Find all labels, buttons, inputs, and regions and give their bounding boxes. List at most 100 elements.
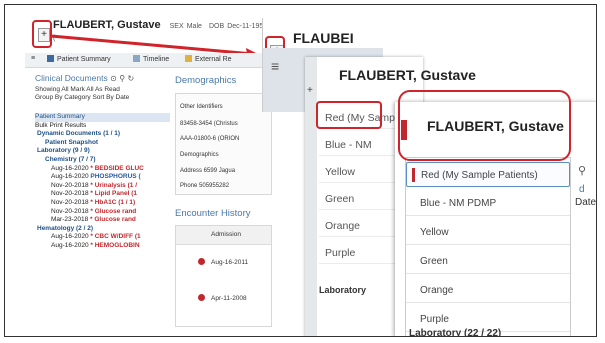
encounter-history-title: Encounter History — [175, 208, 251, 219]
summary-icon — [47, 55, 54, 62]
result-label: PHOSPHORUS ( — [90, 173, 141, 181]
search-icon[interactable]: ⚲ — [119, 74, 125, 83]
patient-name-text: FLAUBERT, Gustave — [339, 67, 476, 83]
flag-icon — [198, 294, 205, 301]
documents-tree: Patient Summary Bulk Print Results Dynamic… — [35, 113, 170, 251]
result-label: * HbA1C (1 / 1) — [90, 198, 136, 206]
highlight-box — [316, 101, 382, 129]
search-icon[interactable]: ⚲ — [578, 164, 586, 177]
result-date: Nov-20-2018 — [51, 207, 89, 215]
group-line[interactable]: Group By Category Sort By Date — [35, 94, 165, 101]
table-row[interactable]: Apr-11-2008 — [198, 294, 247, 302]
fragment-text: d — [579, 184, 585, 195]
list-item[interactable]: Aug-16-2020 PHOSPHORUS ( — [35, 173, 170, 182]
list-item[interactable]: Chemistry (7 / 7) — [35, 156, 170, 165]
list-item[interactable]: Nov-20-2018 * Glucose rand — [35, 208, 170, 217]
list-item[interactable]: Patient Summary — [35, 113, 170, 122]
tab-label: Timeline — [143, 56, 170, 63]
list-item[interactable]: Aug-16-2020 * BEDSIDE GLUC — [35, 165, 170, 174]
side-strip: + — [305, 57, 317, 336]
result-date: Aug-16-2020 — [51, 173, 89, 181]
tab-patient-summary[interactable]: Patient Summary — [47, 55, 111, 63]
admission-date: Apr-11-2008 — [211, 295, 247, 302]
patient-list-menu: Red (My Sample Patients) Blue - NM PDMP Ye… — [405, 157, 571, 336]
patient-name: FLAUBERT, Gustave — [339, 67, 476, 83]
title-text: Clinical Documents — [35, 73, 108, 83]
refresh-icon[interactable]: ↻ — [127, 74, 134, 83]
demographics-title: Demographics — [175, 75, 237, 86]
result-label: * Urinalysis (1 / — [90, 181, 137, 189]
result-date: Mar-23-2018 — [51, 216, 89, 224]
result-label: * HEMOGLOBIN — [90, 241, 140, 249]
external-icon — [185, 55, 192, 62]
demographics-row: AAA-01800-6 (ORION — [180, 136, 240, 142]
list-item[interactable]: Laboratory (9 / 9) — [35, 147, 170, 156]
result-label: * Glucose rand — [90, 207, 137, 215]
list-item[interactable]: Hematology (2 / 2) — [35, 225, 170, 234]
timeline-icon — [133, 55, 140, 62]
list-item[interactable]: Nov-20-2018 * Lipid Panel (1 — [35, 190, 170, 199]
encounter-table: Admission Aug-16-2011 Apr-11-2008 — [175, 225, 272, 327]
list-item[interactable]: Dynamic Documents (1 / 1) — [35, 130, 170, 139]
list-option[interactable]: Green — [406, 249, 570, 274]
demographics-row: Address 6599 Jagua — [180, 168, 236, 174]
encounter-header-row: Admission — [176, 226, 271, 245]
list-item[interactable]: Mar-23-2018 * Glucose rand — [35, 216, 170, 225]
result-label: * Lipid Panel (1 — [90, 190, 137, 198]
demographics-row: Phone 505955282 — [180, 183, 230, 189]
result-label: * Glucose rand — [90, 216, 136, 224]
highlight-box — [398, 90, 571, 161]
admission-date: Aug-16-2011 — [211, 259, 249, 266]
list-option[interactable]: Orange — [406, 278, 570, 303]
list-item[interactable]: Nov-20-2018 * Urinalysis (1 / — [35, 182, 170, 191]
list-item-label: Laboratory (9 / 9) — [37, 147, 90, 155]
clinical-documents-header: Clinical Documents ⊙ ⚲ ↻ Showing All Mar… — [35, 73, 165, 101]
result-label: * BEDSIDE GLUC — [90, 164, 144, 172]
add-tab-button[interactable]: + — [307, 85, 313, 96]
list-item[interactable]: Aug-16-2020 * CBC W/DIFF (1 — [35, 233, 170, 242]
screenshot-frame: + FLAUBERT, Gustave SEX Male DOB Dec-11-… — [4, 4, 597, 337]
list-item[interactable]: Patient Snapshot — [35, 139, 170, 148]
list-option[interactable]: Yellow — [406, 220, 570, 245]
list-item-label: Bulk Print Results — [35, 121, 87, 129]
flag-icon — [198, 258, 205, 265]
date-label: Date — [575, 197, 597, 208]
list-option-selected[interactable]: Red (My Sample Patients) — [406, 162, 570, 187]
table-row[interactable]: Aug-16-2011 — [198, 258, 248, 266]
tab-timeline[interactable]: Timeline — [133, 55, 169, 63]
admission-header: Admission — [211, 231, 241, 238]
tab-label: External Re — [195, 56, 232, 63]
result-date: Aug-16-2020 — [51, 233, 89, 241]
list-item[interactable]: Nov-20-2018 * HbA1C (1 / 1) — [35, 199, 170, 208]
result-date: Nov-20-2018 — [51, 198, 89, 206]
patient-name: FLAUBEI — [293, 30, 354, 46]
list-option[interactable]: Blue - NM PDMP — [406, 191, 570, 216]
list-item[interactable]: Aug-16-2020 * HEMOGLOBIN — [35, 242, 170, 251]
result-date: Aug-16-2020 — [51, 241, 89, 249]
list-item-label: Patient Summary — [35, 113, 85, 120]
laboratory-label: Laboratory — [319, 285, 367, 295]
list-item-label: Hematology (2 / 2) — [37, 224, 93, 232]
menu-icon[interactable]: ≡ — [31, 55, 35, 62]
demographics-row: Demographics — [180, 152, 219, 158]
demographics-row: 83458-3454 (Christus — [180, 121, 238, 127]
tab-external[interactable]: External Re — [185, 55, 232, 63]
eye-icon[interactable]: ⊙ — [110, 74, 117, 83]
demographics-box: Other Identifiers 83458-3454 (Christus AAA… — [175, 93, 272, 195]
demographics-row: Other Identifiers — [180, 104, 223, 110]
chart-tabs: ≡ Patient Summary Timeline External Re — [25, 53, 270, 68]
tab-label: Patient Summary — [57, 56, 111, 63]
result-date: Aug-16-2020 — [51, 164, 89, 172]
result-label: * CBC W/DIFF (1 — [90, 233, 141, 241]
list-item-label: Chemistry (7 / 7) — [45, 155, 96, 163]
list-item-label: Patient Snapshot — [45, 138, 99, 146]
list-item[interactable]: Bulk Print Results — [35, 122, 170, 131]
patient-chart-panel: + FLAUBERT, Gustave SEX Male DOB Dec-11-… — [5, 5, 272, 336]
showing-line[interactable]: Showing All Mark All As Read — [35, 86, 165, 93]
list-item-label: Dynamic Documents (1 / 1) — [37, 130, 121, 138]
laboratory-label: Laboratory (22 / 22) — [409, 328, 502, 337]
menu-icon[interactable]: ≡ — [271, 58, 279, 74]
result-date: Nov-20-2018 — [51, 181, 89, 189]
clinical-documents-title: Clinical Documents ⊙ ⚲ ↻ — [35, 73, 165, 83]
result-date: Nov-20-2018 — [51, 190, 89, 198]
